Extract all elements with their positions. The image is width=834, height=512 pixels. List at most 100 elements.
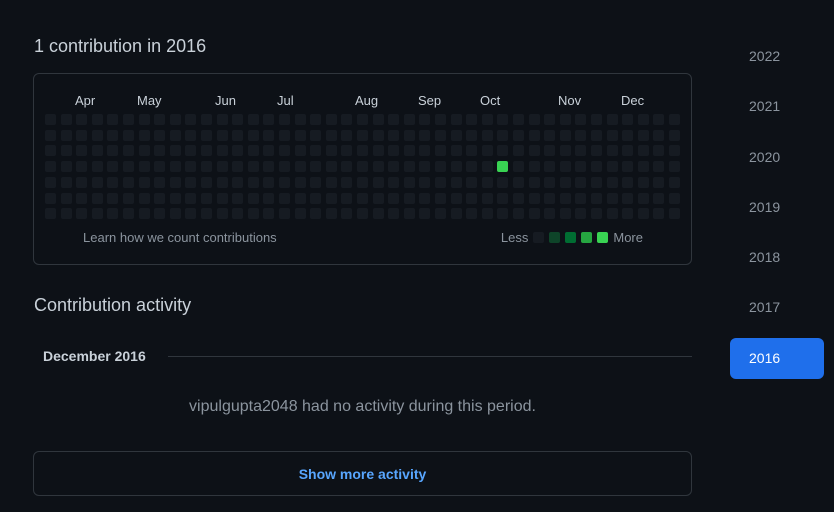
- contribution-day[interactable]: [279, 161, 290, 173]
- contribution-day[interactable]: [185, 161, 197, 173]
- contribution-day[interactable]: [154, 208, 166, 220]
- contribution-day[interactable]: [481, 161, 493, 173]
- contribution-day[interactable]: [528, 176, 540, 188]
- contribution-day[interactable]: [45, 208, 56, 220]
- contribution-day[interactable]: [591, 145, 602, 157]
- contribution-day[interactable]: [513, 208, 524, 220]
- contribution-day[interactable]: [154, 176, 166, 188]
- contribution-day[interactable]: [216, 208, 228, 220]
- contribution-day[interactable]: [637, 145, 649, 157]
- contribution-day[interactable]: [403, 161, 415, 173]
- contribution-day[interactable]: [123, 192, 134, 204]
- contribution-day[interactable]: [466, 192, 478, 204]
- contribution-day[interactable]: [185, 129, 197, 141]
- contribution-day[interactable]: [559, 176, 571, 188]
- contribution-day[interactable]: [76, 208, 88, 220]
- contribution-day[interactable]: [279, 176, 290, 188]
- contribution-day[interactable]: [450, 192, 462, 204]
- contribution-day[interactable]: [606, 114, 618, 125]
- contribution-day[interactable]: [60, 145, 72, 157]
- year-link-2019[interactable]: 2019: [730, 187, 824, 228]
- contribution-day[interactable]: [294, 161, 306, 173]
- contribution-day[interactable]: [606, 208, 618, 220]
- contribution-day[interactable]: [637, 208, 649, 220]
- contribution-day[interactable]: [201, 176, 212, 188]
- contribution-day[interactable]: [263, 208, 275, 220]
- contribution-day[interactable]: [232, 192, 244, 204]
- contribution-day[interactable]: [154, 114, 166, 125]
- contribution-day[interactable]: [232, 161, 244, 173]
- contribution-day[interactable]: [232, 145, 244, 157]
- contribution-day[interactable]: [528, 129, 540, 141]
- contribution-day[interactable]: [91, 114, 103, 125]
- contribution-day[interactable]: [279, 114, 290, 125]
- contribution-day[interactable]: [513, 145, 524, 157]
- contribution-day[interactable]: [357, 129, 368, 141]
- contribution-day[interactable]: [372, 145, 384, 157]
- contribution-day[interactable]: [123, 129, 134, 141]
- contribution-day[interactable]: [653, 176, 665, 188]
- contribution-day[interactable]: [201, 129, 212, 141]
- contribution-day[interactable]: [185, 114, 197, 125]
- contribution-day[interactable]: [559, 129, 571, 141]
- contribution-day[interactable]: [201, 145, 212, 157]
- contribution-day[interactable]: [154, 129, 166, 141]
- contribution-day[interactable]: [403, 208, 415, 220]
- contribution-day[interactable]: [435, 176, 446, 188]
- contribution-day[interactable]: [169, 192, 181, 204]
- contribution-day[interactable]: [481, 114, 493, 125]
- contribution-day[interactable]: [575, 176, 587, 188]
- contribution-day[interactable]: [481, 208, 493, 220]
- contribution-day[interactable]: [123, 145, 134, 157]
- contribution-day[interactable]: [279, 208, 290, 220]
- contribution-day[interactable]: [403, 192, 415, 204]
- year-link-2017[interactable]: 2017: [730, 287, 824, 328]
- contribution-day[interactable]: [310, 176, 322, 188]
- contribution-day[interactable]: [419, 176, 431, 188]
- contribution-day[interactable]: [669, 176, 680, 188]
- contribution-day[interactable]: [450, 114, 462, 125]
- contribution-day[interactable]: [622, 208, 634, 220]
- contribution-day[interactable]: [388, 161, 400, 173]
- contribution-day[interactable]: [497, 129, 509, 141]
- contribution-day[interactable]: [544, 192, 556, 204]
- contribution-day[interactable]: [216, 192, 228, 204]
- contribution-day[interactable]: [435, 192, 446, 204]
- contribution-day[interactable]: [310, 145, 322, 157]
- contribution-day[interactable]: [669, 114, 680, 125]
- contribution-day[interactable]: [294, 192, 306, 204]
- contribution-day[interactable]: [513, 192, 524, 204]
- contribution-day[interactable]: [247, 145, 259, 157]
- contribution-day[interactable]: [232, 176, 244, 188]
- contribution-day[interactable]: [419, 129, 431, 141]
- contribution-day[interactable]: [107, 176, 119, 188]
- contribution-day[interactable]: [637, 161, 649, 173]
- contribution-day[interactable]: [653, 145, 665, 157]
- contribution-day[interactable]: [169, 145, 181, 157]
- contribution-day[interactable]: [185, 192, 197, 204]
- contribution-day[interactable]: [310, 161, 322, 173]
- contribution-day[interactable]: [91, 192, 103, 204]
- contribution-day[interactable]: [575, 208, 587, 220]
- contribution-day[interactable]: [513, 161, 524, 173]
- contribution-day[interactable]: [201, 114, 212, 125]
- contribution-day[interactable]: [60, 192, 72, 204]
- year-link-2016[interactable]: 2016: [730, 337, 824, 379]
- contribution-day[interactable]: [591, 161, 602, 173]
- contribution-day[interactable]: [388, 192, 400, 204]
- contribution-day[interactable]: [169, 114, 181, 125]
- contribution-day[interactable]: [528, 114, 540, 125]
- contribution-day[interactable]: [559, 208, 571, 220]
- contribution-day[interactable]: [372, 114, 384, 125]
- contribution-day[interactable]: [325, 208, 337, 220]
- contribution-day[interactable]: [591, 129, 602, 141]
- contribution-day[interactable]: [123, 161, 134, 173]
- contribution-day[interactable]: [325, 129, 337, 141]
- contribution-day[interactable]: [91, 176, 103, 188]
- contribution-day[interactable]: [138, 129, 150, 141]
- contribution-day[interactable]: [76, 129, 88, 141]
- contribution-day[interactable]: [637, 192, 649, 204]
- contribution-day[interactable]: [341, 208, 353, 220]
- learn-contributions-link[interactable]: Learn how we count contributions: [83, 230, 277, 245]
- contribution-day[interactable]: [606, 161, 618, 173]
